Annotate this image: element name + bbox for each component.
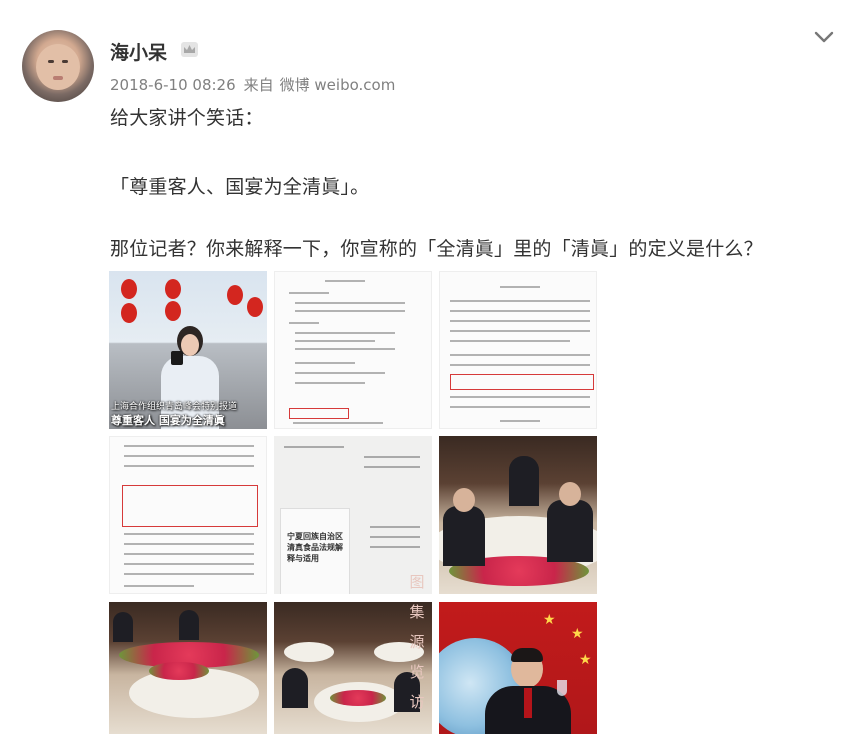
news-caption: 上海合作组织青岛峰会特别报道 尊重客人 国宴为全清眞 <box>111 401 261 427</box>
image-thumbnail-document[interactable] <box>109 436 267 594</box>
post-meta: 2018-6-10 08:26 来自 微博 weibo.com <box>110 74 403 95</box>
book-cover: 宁夏回族自治区清真食品法规解释与适用 <box>280 508 350 594</box>
post-source[interactable]: 微博 weibo.com <box>280 76 396 94</box>
image-thumbnail-banquet[interactable] <box>439 436 597 594</box>
watermark: 图集源览访 <box>409 573 425 711</box>
image-grid: 上海合作组织青岛峰会特别报道 尊重客人 国宴为全清眞 宁夏回族自治区清真食品法规… <box>109 271 600 735</box>
avatar-face <box>36 44 80 90</box>
avatar-eye <box>62 60 68 63</box>
speaker-figure <box>485 648 571 734</box>
image-thumbnail-banquet[interactable] <box>109 602 267 734</box>
source-prefix: 来自 <box>243 76 274 94</box>
chevron-down-icon[interactable] <box>812 28 836 46</box>
post-text-line: 给大家讲个笑话： <box>110 107 264 129</box>
image-thumbnail-document[interactable] <box>274 271 432 429</box>
avatar-eye <box>48 60 54 63</box>
microphone-icon <box>171 351 183 365</box>
author-name[interactable]: 海小呆 <box>110 38 167 65</box>
news-caption-top: 上海合作组织青岛峰会特别报道 <box>111 402 238 412</box>
crown-icon <box>181 42 198 57</box>
image-thumbnail-news-report[interactable]: 上海合作组织青岛峰会特别报道 尊重客人 国宴为全清眞 <box>109 271 267 429</box>
avatar[interactable] <box>22 30 94 102</box>
image-thumbnail-document[interactable] <box>439 271 597 429</box>
news-caption-bottom: 尊重客人 国宴为全清眞 <box>111 414 225 427</box>
image-thumbnail-speech[interactable]: ★ ★ ★ <box>439 602 597 734</box>
post-text-line: 「尊重客人、国宴为全清眞」。 <box>110 176 370 198</box>
book-title: 宁夏回族自治区清真食品法规解释与适用 <box>287 532 343 563</box>
post-timestamp[interactable]: 2018-6-10 08:26 <box>110 76 236 94</box>
post-text-line: 那位记者？你来解释一下，你宣称的「全清眞」里的「清眞」的定义是什么？ <box>110 238 763 260</box>
avatar-mouth <box>53 76 63 80</box>
